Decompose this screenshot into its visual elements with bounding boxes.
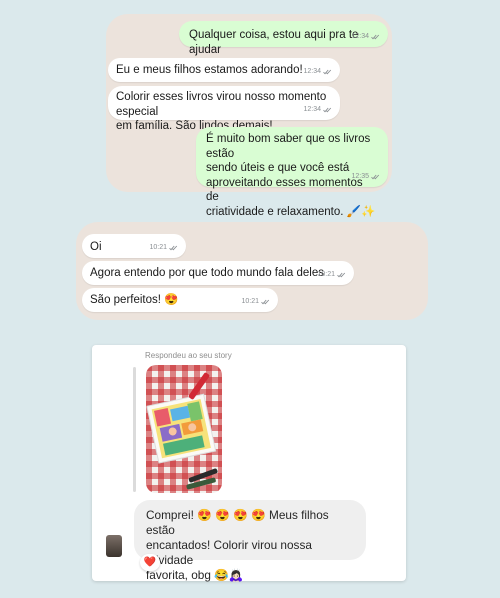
message-bubble-incoming: Oi 10:21 — [82, 234, 186, 258]
double-check-icon — [371, 174, 380, 180]
message-text: Eu e meus filhos estamos adorando! — [116, 64, 303, 76]
message-time: 10:21 — [317, 270, 335, 278]
message-meta: 10:21 — [317, 268, 346, 283]
message-time: 10:21 — [149, 243, 167, 251]
story-image — [146, 365, 222, 493]
message-time: 12:34 — [303, 105, 321, 113]
message-bubble-incoming: Agora entendo por que todo mundo fala de… — [82, 261, 354, 285]
double-check-icon — [337, 272, 346, 278]
double-check-icon — [261, 299, 270, 305]
double-check-icon — [323, 107, 332, 113]
story-reply-text: Comprei! 😍 😍 😍 😍 Meus filhos estão encan… — [146, 508, 329, 582]
message-meta: 12:34 — [351, 30, 380, 45]
message-bubble-incoming: Colorir esses livros virou nosso momento… — [108, 86, 340, 132]
message-meta: 12:34 — [303, 65, 332, 80]
story-reply-message: Comprei! 😍 😍 😍 😍 Meus filhos estão encan… — [134, 500, 366, 582]
message-bubble-incoming: São perfeitos! 😍 10:21 — [82, 288, 278, 312]
message-time: 12:34 — [351, 32, 369, 40]
message-bubble-outgoing: Qualquer coisa, estou aqui pra te ajudar… — [179, 21, 388, 56]
story-thumbnail[interactable] — [146, 365, 222, 493]
heart-reaction-icon[interactable]: ❤️ — [140, 554, 160, 571]
double-check-icon — [371, 34, 380, 40]
message-bubble-outgoing: É muito bom saber que os livros estão se… — [196, 127, 388, 218]
message-text: Qualquer coisa, estou aqui pra te ajudar — [189, 29, 359, 56]
message-bubble-incoming: Eu e meus filhos estamos adorando! 12:34 — [108, 58, 340, 82]
message-meta: 10:21 — [241, 295, 270, 310]
story-reply-caption: Respondeu ao seu story — [145, 351, 232, 360]
message-text: Agora entendo por que todo mundo fala de… — [90, 267, 325, 279]
avatar[interactable] — [106, 535, 122, 557]
message-time: 12:35 — [351, 172, 369, 180]
message-time: 10:21 — [241, 297, 259, 305]
double-check-icon — [323, 69, 332, 75]
message-meta: 10:21 — [149, 241, 178, 256]
message-meta: 12:34 — [303, 103, 332, 118]
quote-bar — [133, 367, 136, 492]
double-check-icon — [169, 245, 178, 251]
message-meta: 12:35 — [351, 170, 380, 185]
message-time: 12:34 — [303, 67, 321, 75]
instagram-story-reply: Respondeu ao seu story Comprei! 😍 😍 😍 😍 … — [92, 345, 406, 582]
